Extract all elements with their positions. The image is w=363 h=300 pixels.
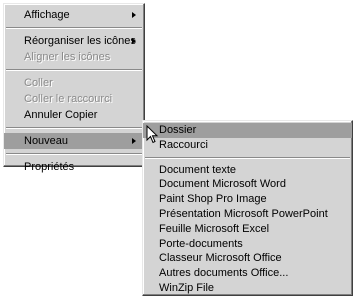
menu-item-label: Coller le raccourci <box>24 93 113 105</box>
chevron-right-icon <box>132 12 136 18</box>
submenu-item-porte-documents[interactable]: Porte-documents <box>143 237 352 252</box>
menu-item-label: Classeur Microsoft Office <box>159 252 282 265</box>
menu-item-label: Affichage <box>24 9 70 21</box>
menu-item-label: Propriétés <box>24 161 75 173</box>
submenu-nouveau: Dossier Raccourci Document texte Documen… <box>142 120 353 296</box>
menu-item-label: Annuler Copier <box>24 109 98 121</box>
desktop-context-menu: Affichage Réorganiser les icônes Aligner… <box>3 3 145 173</box>
menu-item-reorganiser-icones[interactable]: Réorganiser les icônes <box>4 33 144 49</box>
submenu-item-raccourci[interactable]: Raccourci <box>143 138 352 153</box>
menu-item-label: Présentation Microsoft PowerPoint <box>159 207 328 220</box>
menu-item-label: WinZip File <box>159 281 215 294</box>
submenu-item-winzip[interactable]: WinZip File <box>143 281 352 296</box>
menu-item-label: Aligner les icônes <box>24 51 111 63</box>
menu-item-nouveau[interactable]: Nouveau <box>4 133 144 149</box>
menu-separator <box>6 69 142 71</box>
submenu-item-document-word[interactable]: Document Microsoft Word <box>143 177 352 192</box>
submenu-item-excel[interactable]: Feuille Microsoft Excel <box>143 222 352 237</box>
submenu-item-dossier[interactable]: Dossier <box>143 123 352 138</box>
menu-item-label: Coller <box>24 77 53 89</box>
chevron-right-icon <box>132 38 136 44</box>
menu-item-aligner-icones: Aligner les icônes <box>4 49 144 65</box>
menu-item-label: Paint Shop Pro Image <box>159 193 267 206</box>
menu-item-label: Feuille Microsoft Excel <box>159 222 270 235</box>
menu-separator <box>6 153 142 155</box>
menu-item-coller-raccourci: Coller le raccourci <box>4 91 144 107</box>
menu-item-annuler-copier[interactable]: Annuler Copier <box>4 107 144 123</box>
submenu-item-paint-shop-pro[interactable]: Paint Shop Pro Image <box>143 192 352 207</box>
menu-item-label: Document Microsoft Word <box>159 178 286 191</box>
menu-item-label: Document texte <box>159 163 237 176</box>
menu-item-affichage[interactable]: Affichage <box>4 7 144 23</box>
submenu-item-document-texte[interactable]: Document texte <box>143 163 352 178</box>
submenu-item-classeur-office[interactable]: Classeur Microsoft Office <box>143 251 352 266</box>
mouse-pointer-icon <box>146 125 159 144</box>
menu-item-proprietes[interactable]: Propriétés <box>4 159 144 175</box>
submenu-item-autres-documents[interactable]: Autres documents Office... <box>143 266 352 281</box>
menu-item-label: Raccourci <box>159 138 208 151</box>
menu-separator <box>6 127 142 129</box>
menu-item-label: Nouveau <box>24 135 69 147</box>
menu-item-label: Porte-documents <box>159 237 243 250</box>
menu-separator <box>6 27 142 29</box>
menu-item-label: Dossier <box>159 124 197 136</box>
menu-separator <box>145 156 350 159</box>
submenu-item-powerpoint[interactable]: Présentation Microsoft PowerPoint <box>143 207 352 222</box>
menu-item-label: Autres documents Office... <box>159 267 289 280</box>
chevron-right-icon <box>132 138 136 144</box>
menu-item-coller: Coller <box>4 75 144 91</box>
menu-item-label: Réorganiser les icônes <box>24 35 136 47</box>
